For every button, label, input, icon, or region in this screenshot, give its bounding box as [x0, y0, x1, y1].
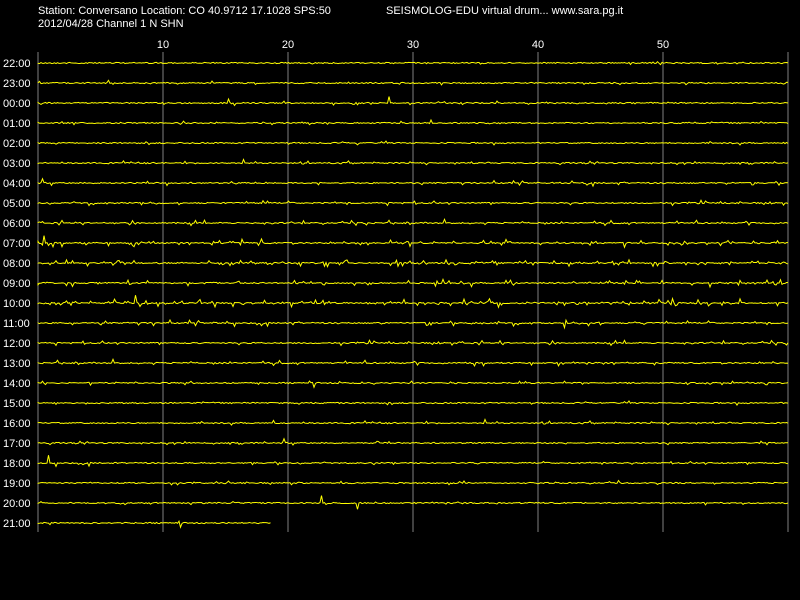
- seismogram-drum: 10 20 30 40 50 22:00 23:00 00:00 01:00 02:00 03:00…: [3, 39, 789, 532]
- minute-tick-label: 50: [657, 39, 669, 51]
- hour-label: 14:00: [3, 378, 31, 390]
- hour-label: 17:00: [3, 438, 31, 450]
- hour-label: 22:00: [3, 58, 31, 70]
- minute-tick-label: 10: [157, 39, 169, 51]
- hour-label: 12:00: [3, 338, 31, 350]
- hour-label: 09:00: [3, 278, 31, 290]
- hour-label: 08:00: [3, 258, 31, 270]
- hour-label: 15:00: [3, 398, 31, 410]
- minute-tick-label: 30: [407, 39, 419, 51]
- hour-label: 07:00: [3, 238, 31, 250]
- hour-label: 05:00: [3, 198, 31, 210]
- hour-label: 13:00: [3, 358, 31, 370]
- hour-label: 20:00: [3, 498, 31, 510]
- hour-label: 02:00: [3, 138, 31, 150]
- minute-tick-label: 20: [282, 39, 294, 51]
- hour-label: 04:00: [3, 178, 31, 190]
- hour-label: 21:00: [3, 518, 31, 530]
- hour-label: 06:00: [3, 218, 31, 230]
- hour-label: 01:00: [3, 118, 31, 130]
- hour-label: 16:00: [3, 418, 31, 430]
- hour-label: 19:00: [3, 478, 31, 490]
- hour-label: 23:00: [3, 78, 31, 90]
- seismic-trace: [37, 519, 271, 529]
- hour-label: 03:00: [3, 158, 31, 170]
- hour-label: 11:00: [3, 318, 30, 330]
- minute-tick-label: 40: [532, 39, 544, 51]
- hour-label: 18:00: [3, 458, 31, 470]
- hour-label: 10:00: [3, 298, 31, 310]
- hour-label: 00:00: [3, 98, 31, 110]
